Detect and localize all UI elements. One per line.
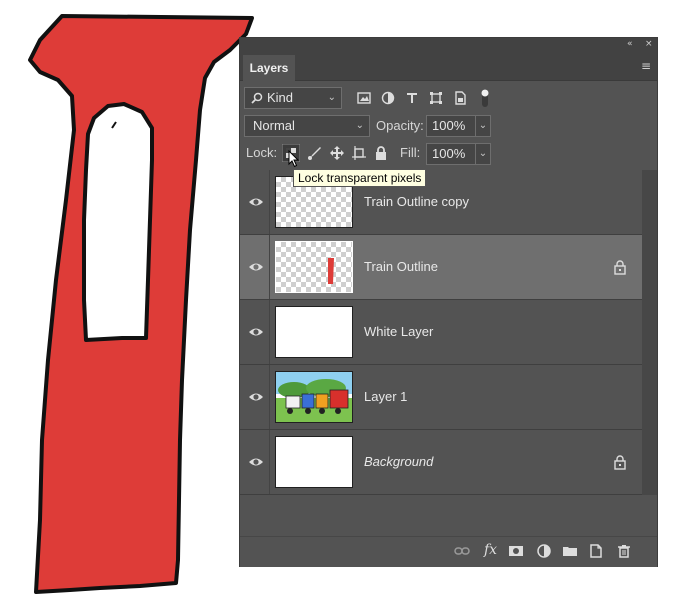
layer-row-train-outline[interactable]: Train Outline — [240, 235, 642, 300]
collapse-panel-button[interactable]: « — [627, 38, 633, 50]
layer-thumbnail — [275, 371, 353, 423]
lock-image-pixels-icon[interactable] — [306, 144, 324, 162]
lock-label: Lock: — [246, 145, 278, 160]
artboard-autonest-icon[interactable] — [350, 144, 368, 162]
image-filter-icon[interactable] — [356, 90, 372, 106]
adjustment-layer-icon[interactable] — [536, 543, 552, 559]
search-icon — [251, 92, 263, 104]
opacity-label: Opacity: — [376, 118, 424, 133]
panel-tab-row: Layers ≡ — [240, 50, 657, 81]
train-illustration-thumbnail — [276, 372, 352, 422]
eye-visibility-icon[interactable] — [248, 389, 264, 405]
panel-titlebar: « × — [240, 38, 657, 50]
red-shape-thumbnail — [328, 258, 334, 284]
add-mask-icon[interactable] — [508, 543, 524, 559]
layer-name: Layer 1 — [364, 389, 408, 404]
blend-mode-dropdown[interactable]: Normal ⌄ — [244, 115, 370, 137]
fill-slider-button[interactable]: ⌄ — [475, 143, 491, 165]
layer-row-white-layer[interactable]: White Layer — [240, 300, 642, 365]
layers-list: Train Outline copy Train Outline White L… — [240, 170, 642, 495]
fill-label: Fill: — [400, 145, 421, 160]
layer-name: White Layer — [364, 324, 434, 339]
new-group-icon[interactable] — [562, 543, 578, 559]
layers-panel: « × Layers ≡ Kind ⌄ Normal ⌄ Opacity: 10… — [239, 37, 658, 567]
blend-mode-value: Normal — [253, 118, 295, 133]
lock-all-icon[interactable] — [372, 144, 390, 162]
new-layer-icon[interactable] — [588, 543, 604, 559]
smart-object-filter-icon[interactable] — [452, 90, 468, 106]
filter-toggle-icon[interactable] — [480, 88, 490, 108]
opacity-input[interactable]: 100% — [426, 115, 476, 137]
layer-lock-icon — [614, 455, 626, 470]
layer-lock-icon — [614, 260, 626, 275]
adjustment-filter-icon[interactable] — [380, 90, 396, 106]
eye-visibility-icon[interactable] — [248, 194, 264, 210]
delete-layer-icon[interactable] — [616, 543, 632, 559]
mouse-cursor-icon — [288, 150, 300, 168]
layer-thumbnail — [275, 436, 353, 488]
panel-menu-icon[interactable]: ≡ — [641, 60, 651, 72]
tooltip: Lock transparent pixels — [293, 169, 427, 187]
chevron-down-icon: ⌄ — [355, 120, 364, 131]
fx-icon[interactable]: fx — [484, 542, 500, 558]
fill-input[interactable]: 100% — [426, 143, 476, 165]
layer-thumbnail — [275, 241, 353, 293]
shape-filter-icon[interactable] — [428, 90, 444, 106]
filter-kind-dropdown[interactable]: Kind ⌄ — [244, 87, 342, 109]
layer-name: Train Outline copy — [364, 194, 470, 209]
link-layers-icon[interactable] — [454, 543, 470, 559]
type-filter-icon[interactable] — [404, 90, 420, 106]
layer-row-layer-1[interactable]: Layer 1 — [240, 365, 642, 430]
filter-kind-label: Kind — [267, 90, 294, 105]
eye-visibility-icon[interactable] — [248, 259, 264, 275]
eye-visibility-icon[interactable] — [248, 454, 264, 470]
lock-position-icon[interactable] — [328, 144, 346, 162]
layer-name: Background — [364, 454, 434, 469]
tab-layers[interactable]: Layers — [243, 55, 295, 81]
layer-thumbnail — [275, 306, 353, 358]
chevron-down-icon: ⌄ — [327, 92, 336, 103]
layers-bottom-toolbar: fx — [240, 536, 657, 567]
eye-visibility-icon[interactable] — [248, 324, 264, 340]
layer-name: Train Outline — [364, 259, 438, 274]
opacity-slider-button[interactable]: ⌄ — [475, 115, 491, 137]
red-train-outline-shape — [28, 14, 254, 594]
layers-scrollbar[interactable] — [642, 170, 657, 495]
layer-row-background[interactable]: Background — [240, 430, 642, 495]
close-panel-button[interactable]: × — [645, 38, 653, 50]
